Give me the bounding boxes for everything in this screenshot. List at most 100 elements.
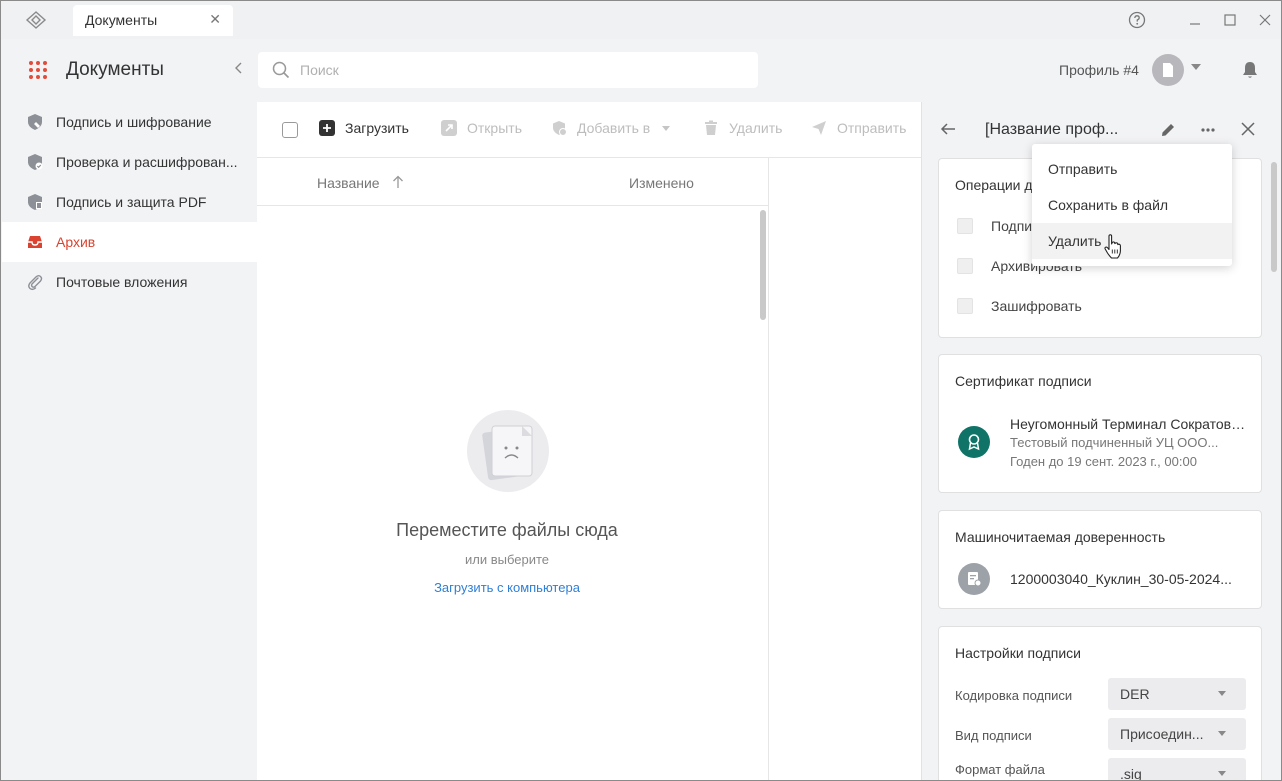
sidebar-item-sign-pdf[interactable]: Подпись и защита PDF (2, 182, 257, 222)
encoding-value: DER (1120, 686, 1150, 702)
empty-folder-illustration (467, 410, 549, 492)
chevron-down-icon (1218, 771, 1226, 776)
archive-icon (28, 236, 42, 248)
sidebar-item-archive[interactable]: Архив (2, 222, 257, 262)
more-options-icon[interactable] (1198, 120, 1218, 140)
pencil-icon[interactable] (1159, 121, 1177, 139)
empty-state-title: Переместите файлы сюда (396, 520, 618, 540)
select-all-checkbox[interactable] (282, 122, 298, 138)
certificate-validity: Годен до 19 сент. 2023 г., 00:00 (1010, 454, 1197, 469)
window-close-icon[interactable] (1255, 10, 1275, 30)
tab-close-icon[interactable]: ✕ (209, 11, 221, 28)
details-scrollbar[interactable] (1271, 162, 1277, 272)
menu-item-label: Отправить (1048, 161, 1118, 177)
signature-type-select[interactable]: Присоедин... (1108, 718, 1246, 750)
send-icon (812, 121, 826, 135)
add-to-label: Добавить в (577, 120, 651, 136)
shield-add-icon (553, 121, 567, 136)
certificate-title: Сертификат подписи (955, 373, 1092, 389)
apps-grid-icon[interactable] (29, 61, 47, 79)
collapse-sidebar-icon[interactable] (234, 61, 244, 77)
operation-encrypt[interactable]: Зашифровать (957, 298, 1082, 314)
signature-type-label: Вид подписи (955, 728, 1032, 743)
app-header: Документы Профиль #4 (2, 39, 1281, 102)
send-label: Отправить (837, 120, 907, 136)
archive-checkbox[interactable] (957, 258, 973, 274)
operation-label: Зашифровать (991, 298, 1082, 314)
add-to-button[interactable]: Добавить в (551, 120, 671, 136)
avatar[interactable] (1152, 54, 1184, 86)
search-icon (272, 61, 290, 79)
open-button[interactable]: Открыть (441, 120, 522, 136)
file-area: Загрузить Открыть Добавить в Удалить Отп… (257, 102, 921, 780)
encoding-label: Кодировка подписи (955, 688, 1073, 703)
encrypt-checkbox[interactable] (957, 298, 973, 314)
operation-sign[interactable]: Подпис (957, 218, 1039, 234)
trash-icon (705, 120, 717, 135)
column-changed-header[interactable]: Изменено (629, 175, 694, 191)
bell-icon[interactable] (1240, 60, 1260, 80)
file-format-value: .sig (1120, 766, 1142, 781)
power-of-attorney-card[interactable]: Машиночитаемая доверенность 1200003040_К… (938, 510, 1262, 609)
sidebar-item-label: Подпись и защита PDF (56, 194, 207, 210)
open-icon (441, 120, 457, 136)
back-arrow-icon[interactable] (939, 120, 957, 138)
certificate-issuer: Тестовый подчиненный УЦ ООО... (1010, 435, 1219, 450)
sidebar-item-sign-encrypt[interactable]: Подпись и шифрование (2, 102, 257, 142)
chevron-down-icon (1218, 731, 1226, 736)
upload-button[interactable]: Загрузить (319, 120, 409, 136)
certificate-card[interactable]: Сертификат подписи Неугомонный Терминал … (938, 354, 1262, 493)
app-title: Документы (66, 59, 164, 80)
column-name-header[interactable]: Название (317, 175, 380, 191)
sort-ascending-icon[interactable] (392, 175, 404, 189)
file-list: Название Изменено Переместите файлы сюда… (257, 158, 769, 780)
menu-item-save-to-file[interactable]: Сохранить в файл (1032, 187, 1232, 223)
empty-state-subtitle: или выберите (464, 552, 550, 567)
send-button[interactable]: Отправить (811, 120, 906, 136)
upload-label: Загрузить (345, 120, 409, 136)
document-stamp-icon (958, 563, 990, 595)
maximize-icon[interactable] (1220, 10, 1240, 30)
menu-item-delete[interactable]: Удалить (1032, 223, 1232, 259)
signature-settings-card: Настройки подписи Кодировка подписи DER … (938, 626, 1262, 781)
certificate-badge-icon (958, 426, 990, 458)
search-input[interactable] (300, 59, 740, 81)
menu-item-label: Сохранить в файл (1048, 197, 1169, 213)
sidebar-item-label: Проверка и расшифрован... (56, 154, 238, 170)
sign-checkbox[interactable] (957, 218, 973, 234)
shield-icon (28, 114, 42, 130)
file-list-scrollbar[interactable] (760, 210, 766, 320)
sidebar-item-label: Почтовые вложения (56, 274, 188, 290)
title-bar: Документы ✕ (1, 1, 1281, 39)
sidebar: Подпись и шифрование Проверка и расшифро… (2, 102, 257, 780)
add-to-chevron-down-icon (662, 125, 671, 131)
minimize-icon[interactable] (1185, 10, 1205, 30)
power-of-attorney-title: Машиночитаемая доверенность (955, 529, 1166, 545)
delete-button[interactable]: Удалить (703, 120, 782, 136)
menu-item-send[interactable]: Отправить (1032, 151, 1232, 187)
profile-chevron-down-icon[interactable] (1191, 64, 1201, 70)
details-title: [Название проф... (985, 121, 1119, 138)
open-label: Открыть (467, 120, 522, 136)
sidebar-item-mail-attachments[interactable]: Почтовые вложения (2, 262, 257, 302)
paperclip-icon (28, 274, 43, 291)
file-format-select[interactable]: .sig (1108, 758, 1246, 781)
add-file-icon (319, 120, 335, 136)
sidebar-item-label: Подпись и шифрование (56, 114, 212, 130)
certificate-owner: Неугомонный Терминал Сократови... (1010, 416, 1250, 432)
chevron-down-icon (1218, 691, 1226, 696)
help-icon[interactable] (1127, 10, 1147, 30)
encoding-select[interactable]: DER (1108, 678, 1246, 710)
close-icon[interactable] (1239, 120, 1257, 138)
sidebar-item-verify-decrypt[interactable]: Проверка и расшифрован... (2, 142, 257, 182)
upload-from-computer-link[interactable]: Загрузить с компьютера (257, 580, 757, 595)
delete-label: Удалить (729, 120, 783, 136)
operations-title: Операции д (955, 177, 1033, 193)
tab-documents[interactable]: Документы ✕ (73, 5, 233, 36)
shield-check-icon (28, 154, 43, 170)
file-toolbar: Загрузить Открыть Добавить в Удалить Отп… (257, 102, 921, 158)
profile-name[interactable]: Профиль #4 (1059, 62, 1139, 78)
sidebar-item-label: Архив (56, 234, 96, 250)
search-box[interactable] (258, 52, 758, 88)
more-options-menu: Отправить Сохранить в файл Удалить (1032, 144, 1232, 266)
